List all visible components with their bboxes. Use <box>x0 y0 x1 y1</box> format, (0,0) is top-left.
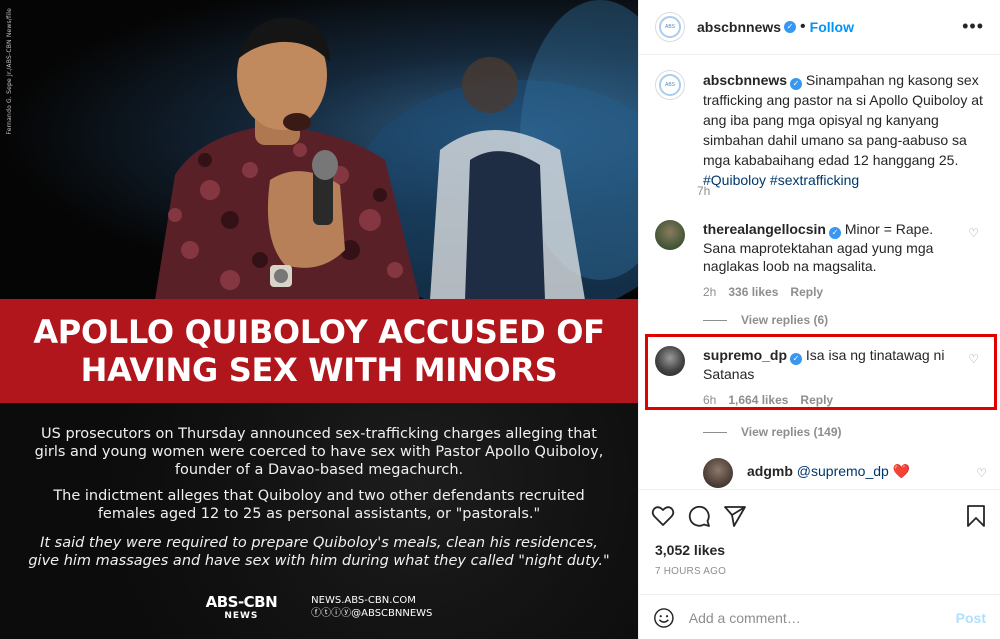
logo-row: ABS-CBN NEWS NEWS.ABS-CBN.COM ⓕⓣⓘⓨ@ABSCB… <box>0 587 638 627</box>
post-time-ago: 7 HOURS AGO <box>655 566 727 577</box>
post-comment-button[interactable]: Post <box>956 610 986 626</box>
verified-badge-icon: ✓ <box>790 78 803 90</box>
comment-meta: 2h 336 likes Reply <box>703 285 963 299</box>
abs-cbn-logo-icon: ABS <box>659 16 681 38</box>
comment-item: therealangellocsin ✓ Minor = Rape. Sana m… <box>655 220 985 299</box>
comment-username[interactable]: therealangellocsin <box>703 221 826 237</box>
story-paragraph-3: It said they were required to prepare Qu… <box>28 535 610 569</box>
story-paragraph-1: US prosecutors on Thursday announced sex… <box>34 426 604 478</box>
caption-time: 7h <box>697 184 711 198</box>
comment-likes[interactable]: 1,664 likes <box>728 393 788 407</box>
comment-main: supremo_dp ✓ Isa isa ng tinatawag ni Sata… <box>703 346 963 383</box>
like-heart-icon[interactable] <box>651 504 675 528</box>
view-replies-label: View replies (149) <box>741 425 842 439</box>
story-paragraph-2: The indictment alleges that Quiboloy and… <box>53 488 585 522</box>
post-actions: 3,052 likes 7 HOURS AGO Post <box>639 489 1000 639</box>
follow-button[interactable]: Follow <box>810 19 854 35</box>
headline-band: APOLLO QUIBOLOY ACCUSED OF HAVING SEX WI… <box>0 299 638 403</box>
view-replies-button[interactable]: View replies (149) <box>703 425 842 439</box>
header-separator: • <box>800 18 806 35</box>
news-url: NEWS.ABS-CBN.COM <box>311 595 416 606</box>
instagram-post-window: Fernando G. Sepe Jr./ABS-CBN News/file A… <box>0 0 1000 639</box>
verified-badge-icon: ✓ <box>828 227 841 239</box>
logo-url-block: NEWS.ABS-CBN.COM ⓕⓣⓘⓨ@ABSCBNNEWS <box>311 594 432 620</box>
logo-bottom: NEWS <box>224 611 259 621</box>
reply-main: adgmb @supremo_dp ❤️ <box>747 458 910 488</box>
comment-like-heart-icon[interactable]: ♡ <box>968 226 979 240</box>
caption-username[interactable]: abscbnnews <box>703 72 787 88</box>
post-image[interactable]: Fernando G. Sepe Jr./ABS-CBN News/file A… <box>0 0 638 639</box>
add-comment-input[interactable] <box>688 609 956 626</box>
reply-avatar[interactable] <box>703 458 733 488</box>
comment-item: supremo_dp ✓ Isa isa ng tinatawag ni Sata… <box>655 346 985 407</box>
comment-username[interactable]: supremo_dp <box>703 347 787 363</box>
post-caption: ABS abscbnnews ✓ Sinampahan ng kasong sex… <box>655 70 985 190</box>
commenter-avatar[interactable] <box>655 346 685 376</box>
header-username[interactable]: abscbnnews <box>697 19 781 35</box>
bookmark-icon[interactable] <box>964 504 988 528</box>
comment-reply-button[interactable]: Reply <box>800 393 833 407</box>
post-likes[interactable]: 3,052 likes <box>655 542 725 558</box>
reply-item: adgmb @supremo_dp ❤️ ♡ <box>703 458 993 488</box>
comment-time: 6h <box>703 393 717 407</box>
social-icons: ⓕⓣⓘⓨ <box>311 608 352 619</box>
add-comment-row: Post <box>639 594 1000 639</box>
social-handle-text: @ABSCBNNEWS <box>351 608 433 619</box>
abs-cbn-logo: ABS-CBN NEWS <box>206 593 278 621</box>
share-paper-plane-icon[interactable] <box>723 504 747 528</box>
view-replies-button[interactable]: View replies (6) <box>703 313 828 327</box>
post-header: ABS abscbnnews ✓ • Follow ••• <box>639 0 1000 55</box>
comment-bubble-icon[interactable] <box>687 504 711 528</box>
commenter-avatar[interactable] <box>655 220 685 250</box>
caption-avatar[interactable]: ABS <box>655 70 685 100</box>
reply-username[interactable]: adgmb <box>747 463 793 479</box>
comment-body: supremo_dp ✓ Isa isa ng tinatawag ni Sata… <box>703 346 963 407</box>
comments-scroll-area[interactable]: ABS abscbnnews ✓ Sinampahan ng kasong sex… <box>639 56 1000 488</box>
emoji-smile-icon[interactable] <box>653 607 675 629</box>
reply-line <box>703 319 727 321</box>
view-replies-label: View replies (6) <box>741 313 829 327</box>
comment-time: 2h <box>703 285 717 299</box>
verified-badge-icon: ✓ <box>790 353 803 365</box>
reply-line <box>703 431 727 433</box>
headline-line-1: APOLLO QUIBOLOY ACCUSED OF <box>33 313 605 351</box>
social-handle: ⓕⓣⓘⓨ@ABSCBNNEWS <box>311 607 432 620</box>
comment-like-heart-icon[interactable]: ♡ <box>968 352 979 366</box>
comment-likes[interactable]: 336 likes <box>728 285 778 299</box>
comment-meta: 6h 1,664 likes Reply <box>703 393 963 407</box>
logo-top: ABS-CBN <box>205 593 278 611</box>
reply-text: @supremo_dp ❤️ <box>796 463 911 479</box>
abs-cbn-logo-icon: ABS <box>659 74 681 96</box>
comment-main: therealangellocsin ✓ Minor = Rape. Sana m… <box>703 220 963 275</box>
more-options-icon[interactable]: ••• <box>962 16 984 37</box>
post-sidebar: ABS abscbnnews ✓ • Follow ••• ABS abscbn… <box>638 0 1000 639</box>
reply-like-heart-icon[interactable]: ♡ <box>976 466 987 480</box>
photo-credit: Fernando G. Sepe Jr./ABS-CBN News/file <box>6 8 13 135</box>
comment-body: therealangellocsin ✓ Minor = Rape. Sana m… <box>703 220 963 299</box>
caption-text-block: abscbnnews ✓ Sinampahan ng kasong sex tra… <box>703 70 985 190</box>
story-body: US prosecutors on Thursday announced sex… <box>0 403 638 639</box>
news-photo: Fernando G. Sepe Jr./ABS-CBN News/file <box>0 0 638 300</box>
action-icons <box>651 504 747 528</box>
headline-line-2: HAVING SEX WITH MINORS <box>80 351 558 389</box>
comment-reply-button[interactable]: Reply <box>790 285 823 299</box>
verified-badge-icon: ✓ <box>784 21 797 33</box>
account-avatar[interactable]: ABS <box>655 12 685 42</box>
caption-hashtags[interactable]: #Quiboloy #sextrafficking <box>703 172 859 188</box>
